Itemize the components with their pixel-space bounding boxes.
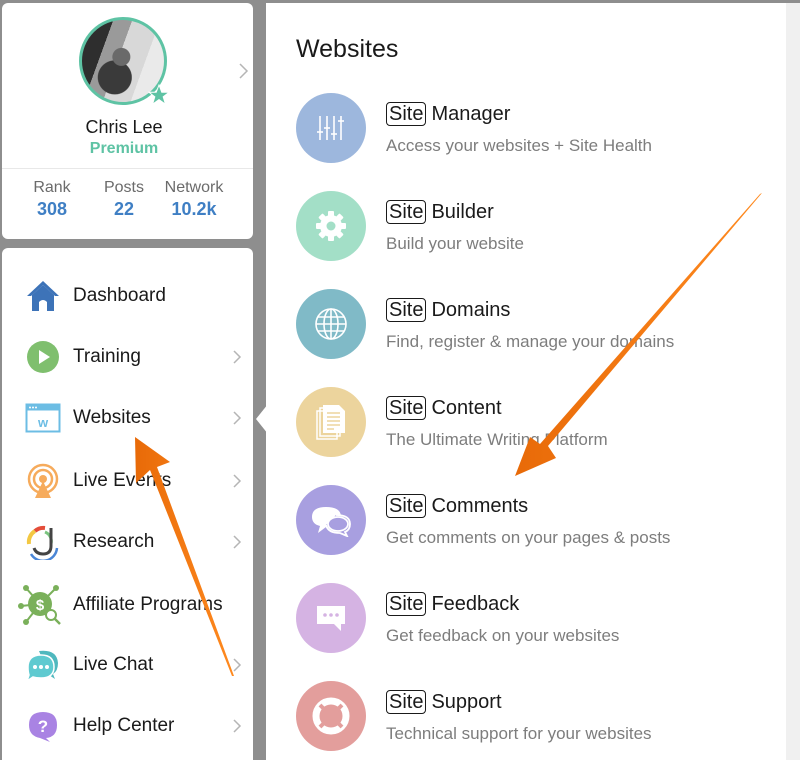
site-badge: Site (386, 494, 427, 518)
sidebar-item-label: Websites (73, 407, 151, 428)
affiliate-network-icon: $ (18, 582, 64, 628)
menu-item-name: Comments (431, 494, 529, 517)
site-badge: Site (386, 200, 427, 224)
sidebar-item-live-chat[interactable]: Live Chat (2, 642, 253, 688)
menu-item-name: Support (431, 690, 502, 713)
menu-item-site-manager[interactable]: Site Manager Access your websites + Site… (296, 93, 766, 165)
chat-bubbles-icon (24, 646, 62, 684)
sidebar-item-label: Help Center (73, 715, 175, 736)
help-question-icon: ? (24, 707, 62, 745)
play-icon (24, 338, 62, 376)
sidebar-item-label: Live Events (73, 470, 172, 491)
menu-item-description: Get comments on your pages & posts (386, 528, 671, 547)
svg-text:$: $ (36, 597, 45, 614)
chevron-right-icon (233, 719, 242, 733)
menu-item-site-domains[interactable]: Site Domains Find, register & manage you… (296, 289, 766, 361)
stat-value: 308 (36, 199, 68, 219)
menu-item-title: Site Domains (386, 298, 510, 322)
menu-item-title: Site Builder (386, 200, 494, 224)
menu-item-title: Site Feedback (386, 592, 519, 616)
menu-item-site-support[interactable]: Site Support Technical support for your … (296, 681, 766, 753)
sidebar-item-help-center[interactable]: ? Help Center (2, 703, 253, 749)
sidebar-item-dashboard[interactable]: Dashboard (2, 273, 253, 319)
star-icon (148, 84, 170, 106)
chevron-right-icon (233, 658, 242, 672)
avatar[interactable] (79, 17, 170, 106)
stat-rank: Rank 308 (24, 179, 80, 220)
profile-card[interactable]: Chris Lee Premium Rank 308 Posts 22 Netw… (2, 3, 253, 239)
chevron-right-icon (233, 411, 242, 425)
menu-item-description: Build your website (386, 234, 524, 253)
gear-icon (296, 191, 366, 261)
chevron-right-icon (233, 350, 242, 364)
membership-tier: Premium (89, 140, 159, 157)
sidebar-item-label: Affiliate Programs (73, 594, 223, 615)
sidebar-nav: Dashboard Training w Websites Live Event… (2, 248, 253, 760)
documents-icon (296, 387, 366, 457)
chevron-right-icon (233, 535, 242, 549)
menu-item-name: Domains (431, 298, 511, 321)
svg-text:?: ? (38, 717, 48, 736)
menu-item-description: Find, register & manage your domains (386, 332, 675, 351)
sidebar-item-label: Live Chat (73, 654, 154, 675)
app-stage: Chris Lee Premium Rank 308 Posts 22 Netw… (0, 0, 800, 760)
menu-item-title: Site Content (386, 396, 502, 420)
menu-item-name: Builder (431, 200, 494, 223)
sidebar-item-affiliate-programs[interactable]: $ Affiliate Programs (2, 582, 253, 628)
scrollbar[interactable] (786, 3, 800, 760)
stat-value: 10.2k (171, 199, 217, 219)
menu-item-name: Manager (431, 102, 511, 125)
profile-name: Chris Lee (85, 117, 163, 137)
menu-item-title: Site Support (386, 690, 502, 714)
stat-label: Posts (103, 179, 144, 196)
stat-label: Rank (33, 179, 71, 196)
menu-item-site-content[interactable]: Site Content The Ultimate Writing Platfo… (296, 387, 766, 459)
menu-item-site-feedback[interactable]: Site Feedback Get feedback on your websi… (296, 583, 766, 655)
sidebar-item-label: Research (73, 531, 155, 552)
sidebar-item-live-events[interactable]: Live Events (2, 458, 253, 504)
comments-icon (296, 485, 366, 555)
websites-submenu-panel: Websites Site Manager Access your websit… (266, 3, 786, 760)
sidebar-item-research[interactable]: Research (2, 519, 253, 565)
site-badge: Site (386, 102, 427, 126)
chevron-right-icon[interactable] (236, 61, 250, 81)
stat-value: 22 (113, 199, 135, 219)
menu-item-description: Get feedback on your websites (386, 626, 620, 645)
panel-pointer (256, 404, 268, 434)
menu-item-title: Site Manager (386, 102, 510, 126)
home-icon (24, 277, 62, 315)
panel-title: Websites (296, 35, 399, 63)
sliders-icon (296, 93, 366, 163)
menu-item-description: Access your websites + Site Health (386, 136, 652, 155)
menu-item-name: Content (431, 396, 502, 419)
sidebar-item-label: Dashboard (73, 285, 166, 306)
sidebar-item-label: Training (73, 346, 141, 367)
website-window-icon: w (24, 399, 62, 437)
menu-item-site-comments[interactable]: Site Comments Get comments on your pages… (296, 485, 766, 557)
menu-item-site-builder[interactable]: Site Builder Build your website (296, 191, 766, 263)
site-badge: Site (386, 592, 427, 616)
divider (2, 168, 253, 169)
stat-network: Network 10.2k (158, 179, 230, 220)
menu-item-description: The Ultimate Writing Platform (386, 430, 608, 449)
site-badge: Site (386, 396, 427, 420)
menu-item-name: Feedback (431, 592, 520, 615)
research-icon (24, 523, 62, 561)
stat-posts: Posts 22 (96, 179, 152, 220)
site-badge: Site (386, 298, 427, 322)
lifebuoy-icon (296, 681, 366, 751)
sidebar-item-training[interactable]: Training (2, 334, 253, 380)
chevron-right-icon (233, 474, 242, 488)
svg-text:w: w (37, 415, 49, 430)
menu-item-description: Technical support for your websites (386, 724, 652, 743)
globe-icon (296, 289, 366, 359)
sidebar-item-websites[interactable]: w Websites (2, 395, 253, 441)
site-badge: Site (386, 690, 427, 714)
menu-item-title: Site Comments (386, 494, 528, 518)
feedback-bubble-icon (296, 583, 366, 653)
stat-label: Network (164, 179, 224, 196)
broadcast-icon (24, 462, 62, 500)
